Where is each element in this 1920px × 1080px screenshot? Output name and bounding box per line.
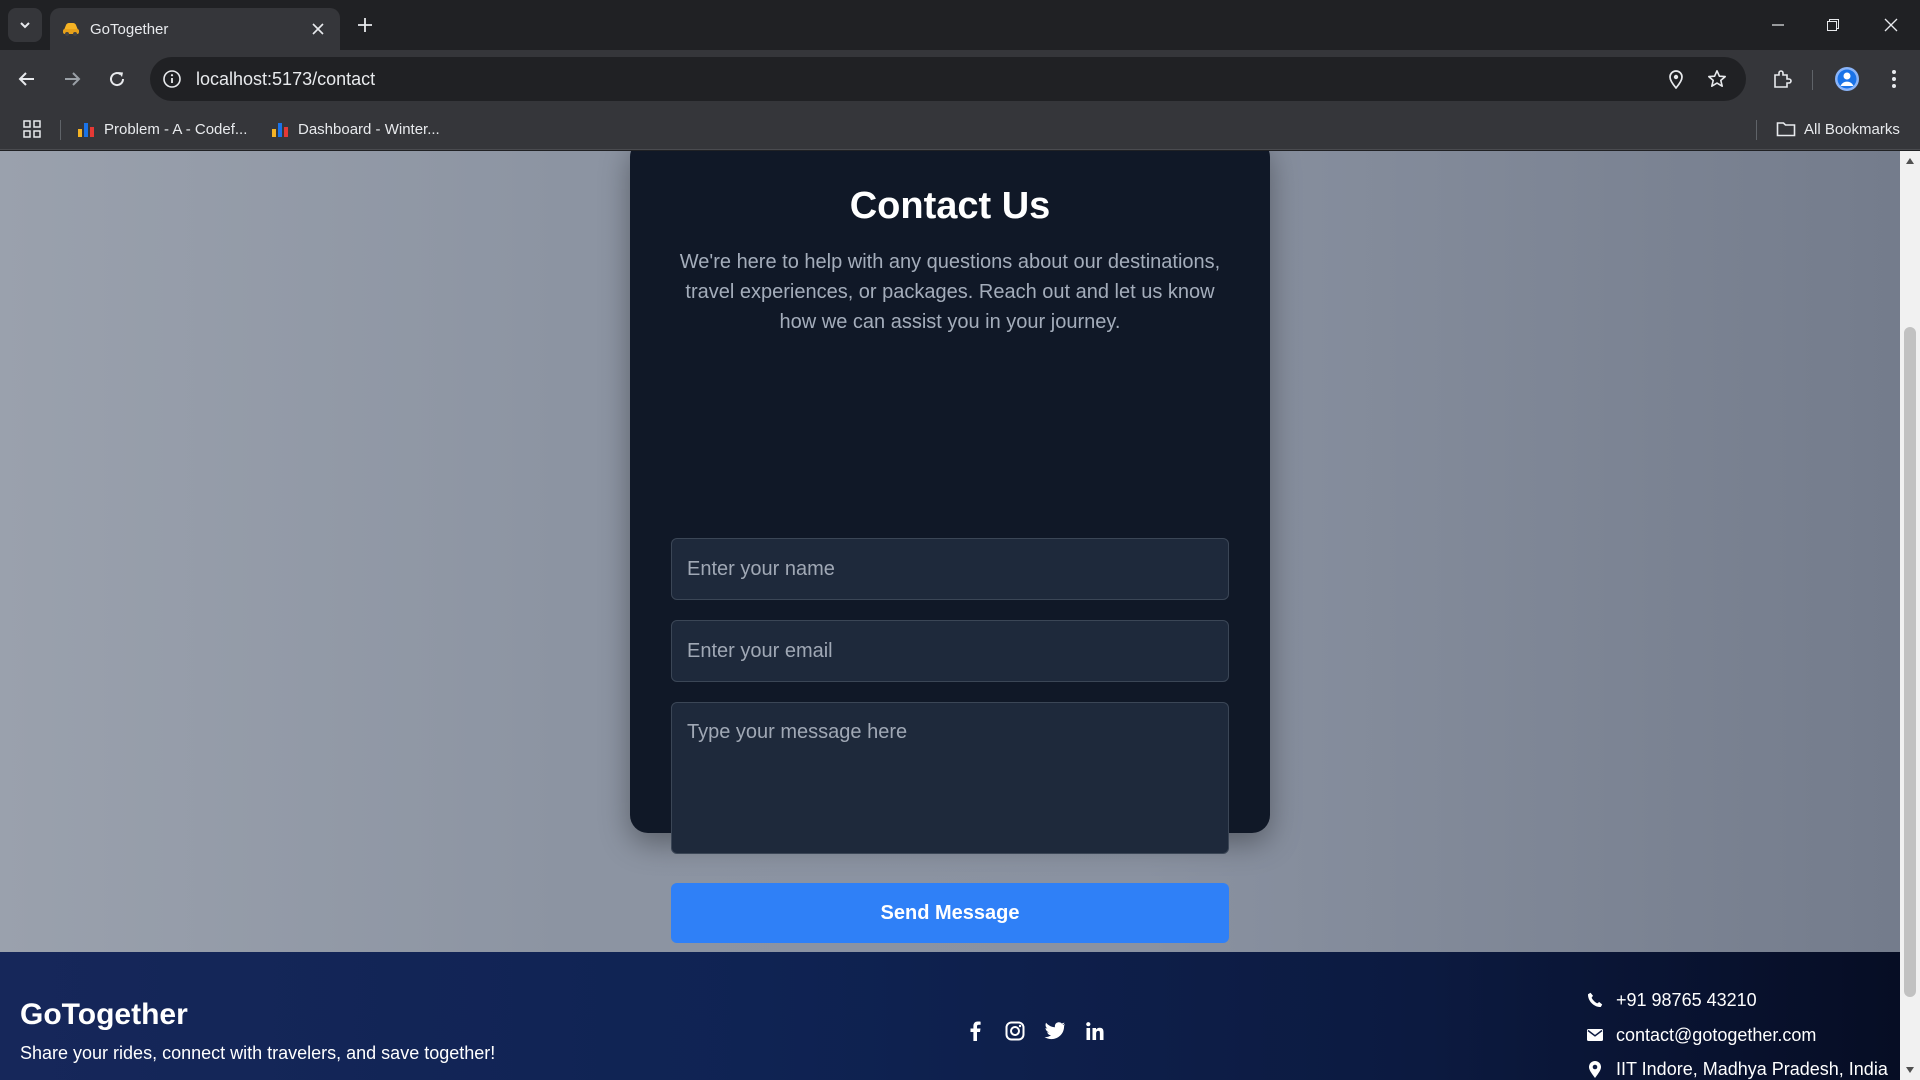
tab-strip: GoTogether bbox=[0, 0, 1920, 50]
scroll-down-arrow[interactable] bbox=[1904, 1064, 1916, 1076]
twitter-link[interactable] bbox=[1042, 1018, 1068, 1044]
back-button[interactable] bbox=[11, 63, 43, 95]
phone-icon bbox=[1586, 991, 1604, 1009]
minimize-button[interactable] bbox=[1763, 10, 1793, 40]
phone-text: +91 98765 43210 bbox=[1616, 989, 1757, 1010]
site-footer: GoTogether Share your rides, connect wit… bbox=[0, 952, 1900, 1080]
contact-description: We're here to help with any questions ab… bbox=[679, 251, 1221, 333]
footer-tagline: Share your rides, connect with travelers… bbox=[20, 1043, 496, 1063]
linkedin-link[interactable] bbox=[1082, 1018, 1108, 1044]
profile-button[interactable] bbox=[1831, 63, 1863, 95]
forward-button[interactable] bbox=[56, 63, 88, 95]
bookmark-label: Dashboard - Winter... bbox=[298, 120, 440, 138]
triangle-down-icon bbox=[1906, 1067, 1914, 1073]
window-close-button[interactable] bbox=[1876, 10, 1906, 40]
facebook-icon bbox=[970, 1021, 981, 1041]
apps-grid-icon bbox=[23, 120, 41, 138]
plus-icon bbox=[358, 18, 372, 32]
browser-toolbar: localhost:5173/contact bbox=[0, 50, 1920, 108]
apps-button[interactable] bbox=[20, 118, 44, 140]
arrow-left-icon bbox=[18, 72, 34, 86]
minimize-icon bbox=[1772, 24, 1784, 26]
browser-menu-button[interactable] bbox=[1878, 63, 1910, 95]
bookmarks-divider bbox=[60, 120, 61, 140]
contact-card: Contact Us We're here to help with any q… bbox=[630, 151, 1270, 943]
bookmark-star-button[interactable] bbox=[1705, 67, 1729, 91]
linkedin-icon bbox=[1086, 1022, 1104, 1040]
tab-search-button[interactable] bbox=[8, 8, 42, 42]
extensions-button[interactable] bbox=[1766, 63, 1798, 95]
footer-brand: GoTogether bbox=[20, 998, 188, 1031]
bookmark-item[interactable]: Dashboard - Winter... bbox=[272, 118, 440, 140]
restore-icon bbox=[1827, 19, 1839, 31]
reload-icon bbox=[110, 72, 125, 87]
twitter-icon bbox=[1044, 1022, 1065, 1040]
url-text: localhost:5173/contact bbox=[196, 69, 376, 89]
triangle-up-icon bbox=[1906, 158, 1914, 164]
star-icon bbox=[1708, 70, 1726, 87]
page-scrollbar[interactable] bbox=[1900, 151, 1920, 1080]
tab-title: GoTogether bbox=[90, 21, 169, 38]
browser-tab[interactable]: GoTogether bbox=[50, 8, 340, 50]
chevron-down-icon bbox=[20, 22, 30, 29]
bar-chart-icon bbox=[78, 121, 96, 137]
page-title: Contact Us bbox=[849, 185, 1051, 227]
close-icon bbox=[312, 23, 324, 35]
email-text: contact@gotogether.com bbox=[1616, 1024, 1817, 1045]
footer-phone: +91 98765 43210 bbox=[1586, 988, 1757, 1012]
avatar bbox=[1835, 67, 1859, 91]
address-bar[interactable]: localhost:5173/contact bbox=[150, 57, 1746, 101]
bar-chart-icon bbox=[272, 121, 290, 137]
scroll-up-arrow[interactable] bbox=[1904, 155, 1916, 167]
scrollbar-thumb[interactable] bbox=[1904, 327, 1916, 997]
location-button[interactable] bbox=[1664, 67, 1688, 91]
puzzle-icon bbox=[1774, 70, 1792, 88]
info-icon bbox=[163, 70, 181, 88]
all-bookmarks-label: All Bookmarks bbox=[1804, 120, 1900, 138]
toolbar-divider bbox=[1812, 70, 1813, 90]
name-field[interactable] bbox=[671, 538, 1229, 600]
bookmark-item[interactable]: Problem - A - Codef... bbox=[78, 118, 247, 140]
instagram-link[interactable] bbox=[1002, 1018, 1028, 1044]
footer-email: contact@gotogether.com bbox=[1586, 1023, 1816, 1047]
location-pin-icon bbox=[1669, 70, 1683, 89]
footer-address: IIT Indore, Madhya Pradesh, India bbox=[1586, 1057, 1888, 1080]
message-field[interactable] bbox=[671, 702, 1229, 854]
new-tab-button[interactable] bbox=[352, 12, 378, 38]
more-vertical-icon bbox=[1892, 70, 1896, 88]
site-info-button[interactable] bbox=[160, 67, 184, 91]
address-text: IIT Indore, Madhya Pradesh, India bbox=[1616, 1058, 1888, 1079]
email-field[interactable] bbox=[671, 620, 1229, 682]
map-marker-icon bbox=[1586, 1060, 1604, 1078]
bookmark-label: Problem - A - Codef... bbox=[104, 120, 248, 138]
arrow-right-icon bbox=[65, 72, 81, 86]
instagram-icon bbox=[1005, 1021, 1025, 1041]
folder-icon bbox=[1776, 122, 1796, 137]
all-bookmarks-button[interactable]: All Bookmarks bbox=[1776, 118, 1900, 140]
tab-close-button[interactable] bbox=[306, 17, 330, 41]
car-favicon-icon bbox=[63, 23, 79, 36]
restore-button[interactable] bbox=[1818, 10, 1848, 40]
close-icon bbox=[1884, 18, 1898, 32]
send-message-button[interactable]: Send Message bbox=[671, 883, 1229, 943]
contact-section: Contact Us We're here to help with any q… bbox=[0, 151, 1900, 952]
page-viewport: Contact Us We're here to help with any q… bbox=[0, 151, 1920, 1080]
envelope-icon bbox=[1586, 1026, 1604, 1044]
reload-button[interactable] bbox=[101, 63, 133, 95]
bookmarks-divider bbox=[1756, 120, 1757, 140]
bookmarks-bar: Problem - A - Codef... Dashboard - Winte… bbox=[0, 108, 1920, 150]
facebook-link[interactable] bbox=[962, 1018, 988, 1044]
